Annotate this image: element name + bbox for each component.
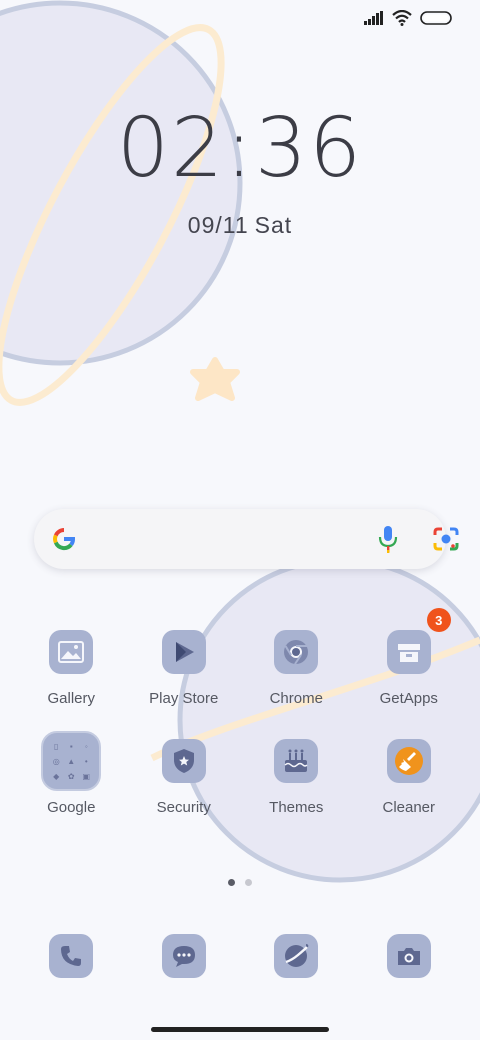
getapps-icon: 3 [386,608,451,674]
folder-app-icon: ▣ [82,771,91,781]
app-themes[interactable]: Themes [240,739,353,816]
folder-app-icon: ✿ [67,771,75,781]
status-bar [364,10,452,26]
app-play-store[interactable]: Play Store [128,630,241,707]
app-gallery[interactable]: Gallery [15,630,128,707]
folder-app-icon: ◎ [52,756,60,766]
date-text: 09/11 [187,212,249,238]
star-decoration [190,357,240,401]
app-cleaner[interactable]: Cleaner [353,739,466,816]
page-dot [245,879,252,886]
gallery-icon [49,630,94,674]
themes-icon [274,739,319,783]
app-chrome[interactable]: Chrome [240,630,353,707]
google-folder-icon: ▯ ▪ ◦ ◎ ▲ • ◆ ✿ ▣ [41,731,102,791]
folder-app-icon: ◆ [53,771,60,781]
phone-icon[interactable] [49,934,94,978]
app-getapps[interactable]: 3 GetApps [353,608,466,707]
battery-icon [420,11,452,25]
wifi-icon [392,10,412,26]
gesture-nav-handle[interactable] [151,1027,329,1032]
browser-icon[interactable] [274,934,319,978]
page-dot-active [228,879,235,886]
camera-icon[interactable] [386,934,431,978]
folder-app-icon: • [84,756,88,766]
cleaner-icon [386,739,431,783]
notification-badge: 3 [426,608,451,632]
chrome-icon [274,630,319,674]
camera-lens-icon[interactable] [432,525,460,553]
app-security[interactable]: Security [128,739,241,816]
app-label: GetApps [379,690,438,707]
app-label: Themes [269,799,324,816]
folder-app-icon: ▪ [69,741,73,751]
play-store-icon [161,630,206,674]
folder-app-icon: ▲ [67,756,76,766]
google-search-bar[interactable] [34,509,459,569]
page-indicator[interactable] [228,879,252,886]
messages-icon[interactable] [161,934,206,978]
microphone-icon[interactable] [376,524,400,554]
app-folder-google[interactable]: ▯ ▪ ◦ ◎ ▲ • ◆ ✿ ▣ Google [15,731,128,816]
dock [15,934,465,978]
clock-date: 09/11 Sat [0,212,480,239]
day-text: Sat [254,212,293,238]
clock-time: 02:36 [116,101,364,196]
app-label: Play Store [149,690,219,707]
folder-app-icon: ◦ [84,741,88,751]
cellular-signal-icon [364,11,383,25]
app-label: Google [47,799,96,816]
security-icon [161,739,206,783]
clock-widget[interactable]: 02:36 09/11 Sat [0,108,480,239]
app-label: Cleaner [382,799,436,816]
folder-app-icon: ▯ [54,741,59,751]
google-g-icon [53,528,75,550]
app-label: Chrome [269,690,323,707]
app-grid: Gallery Play Store Chrome 3 GetApps ▯ ▪ … [15,608,466,816]
app-label: Gallery [47,690,95,707]
app-label: Security [156,799,211,816]
